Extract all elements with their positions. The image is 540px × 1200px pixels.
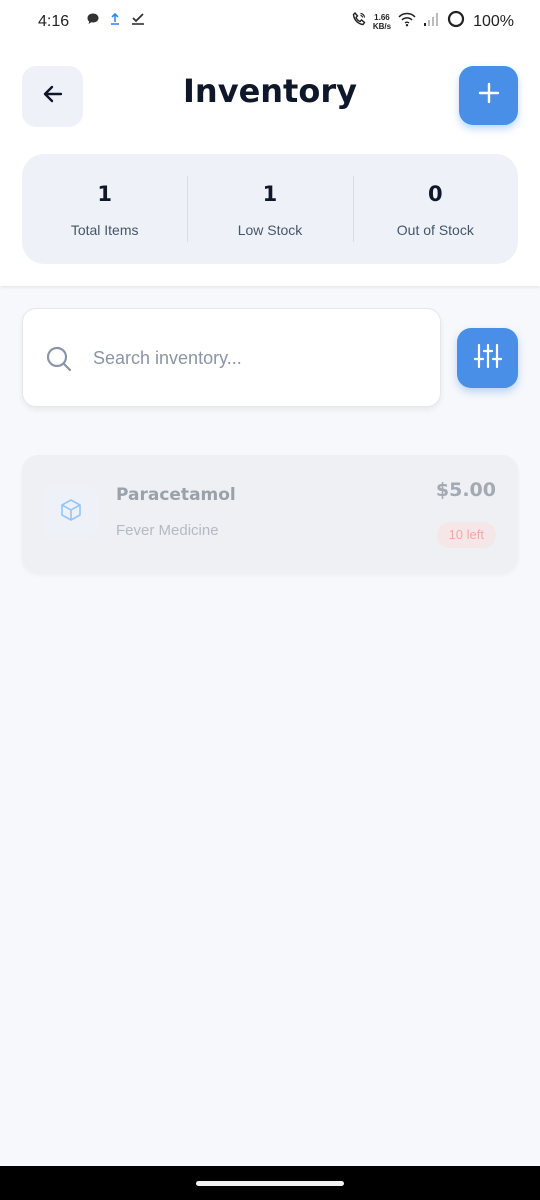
add-item-button[interactable] — [459, 66, 518, 125]
status-bar: 4:16 1.66 KB/s 100% — [0, 0, 540, 44]
chat-bubble-icon — [86, 12, 100, 31]
stat-value: 1 — [262, 182, 278, 206]
system-status: 1.66 KB/s 100% — [351, 10, 514, 33]
wifi-icon — [397, 11, 417, 32]
box-icon — [59, 498, 83, 527]
check-icon — [130, 12, 146, 31]
stat-value: 0 — [428, 182, 443, 206]
stat-label: Low Stock — [237, 222, 303, 238]
inventory-item-card[interactable]: Paracetamol Fever Medicine $5.00 10 left — [22, 455, 518, 573]
status-time: 4:16 — [38, 13, 70, 30]
search-icon — [45, 345, 73, 378]
plus-icon — [477, 81, 501, 110]
call-icon — [351, 11, 367, 32]
system-nav-bar — [0, 1166, 540, 1200]
stat-total-items: 1 Total Items — [22, 154, 187, 264]
stats-panel: 1 Total Items 1 Low Stock 0 Out of Stock — [22, 154, 518, 264]
item-price: $5.00 — [435, 479, 496, 501]
home-indicator[interactable] — [196, 1181, 344, 1186]
stat-label: Out of Stock — [396, 222, 474, 238]
inventory-header: Inventory 1 Total Items 1 Low Stock 0 Ou… — [0, 44, 540, 286]
sliders-icon — [473, 342, 503, 375]
stat-out-of-stock: 0 Out of Stock — [352, 154, 518, 264]
search-box[interactable] — [22, 308, 441, 407]
item-category: Fever Medicine — [116, 522, 219, 539]
network-speed: 1.66 KB/s — [373, 13, 391, 31]
network-speed-unit: KB/s — [372, 21, 392, 31]
search-input[interactable] — [93, 339, 413, 377]
item-icon-container — [44, 485, 98, 539]
stock-badge: 10 left — [436, 522, 496, 548]
filter-button[interactable] — [457, 328, 518, 388]
network-speed-value: 1.66 — [374, 12, 390, 22]
item-name: Paracetamol — [116, 485, 236, 505]
upload-icon — [109, 12, 121, 31]
battery-level: 100% — [473, 12, 514, 30]
stat-value: 1 — [97, 182, 112, 206]
stat-low-stock: 1 Low Stock — [187, 154, 352, 264]
notification-icons — [86, 12, 146, 31]
stat-label: Total Items — [70, 222, 139, 238]
signal-icon — [423, 12, 441, 31]
battery-ring-icon — [447, 10, 465, 33]
